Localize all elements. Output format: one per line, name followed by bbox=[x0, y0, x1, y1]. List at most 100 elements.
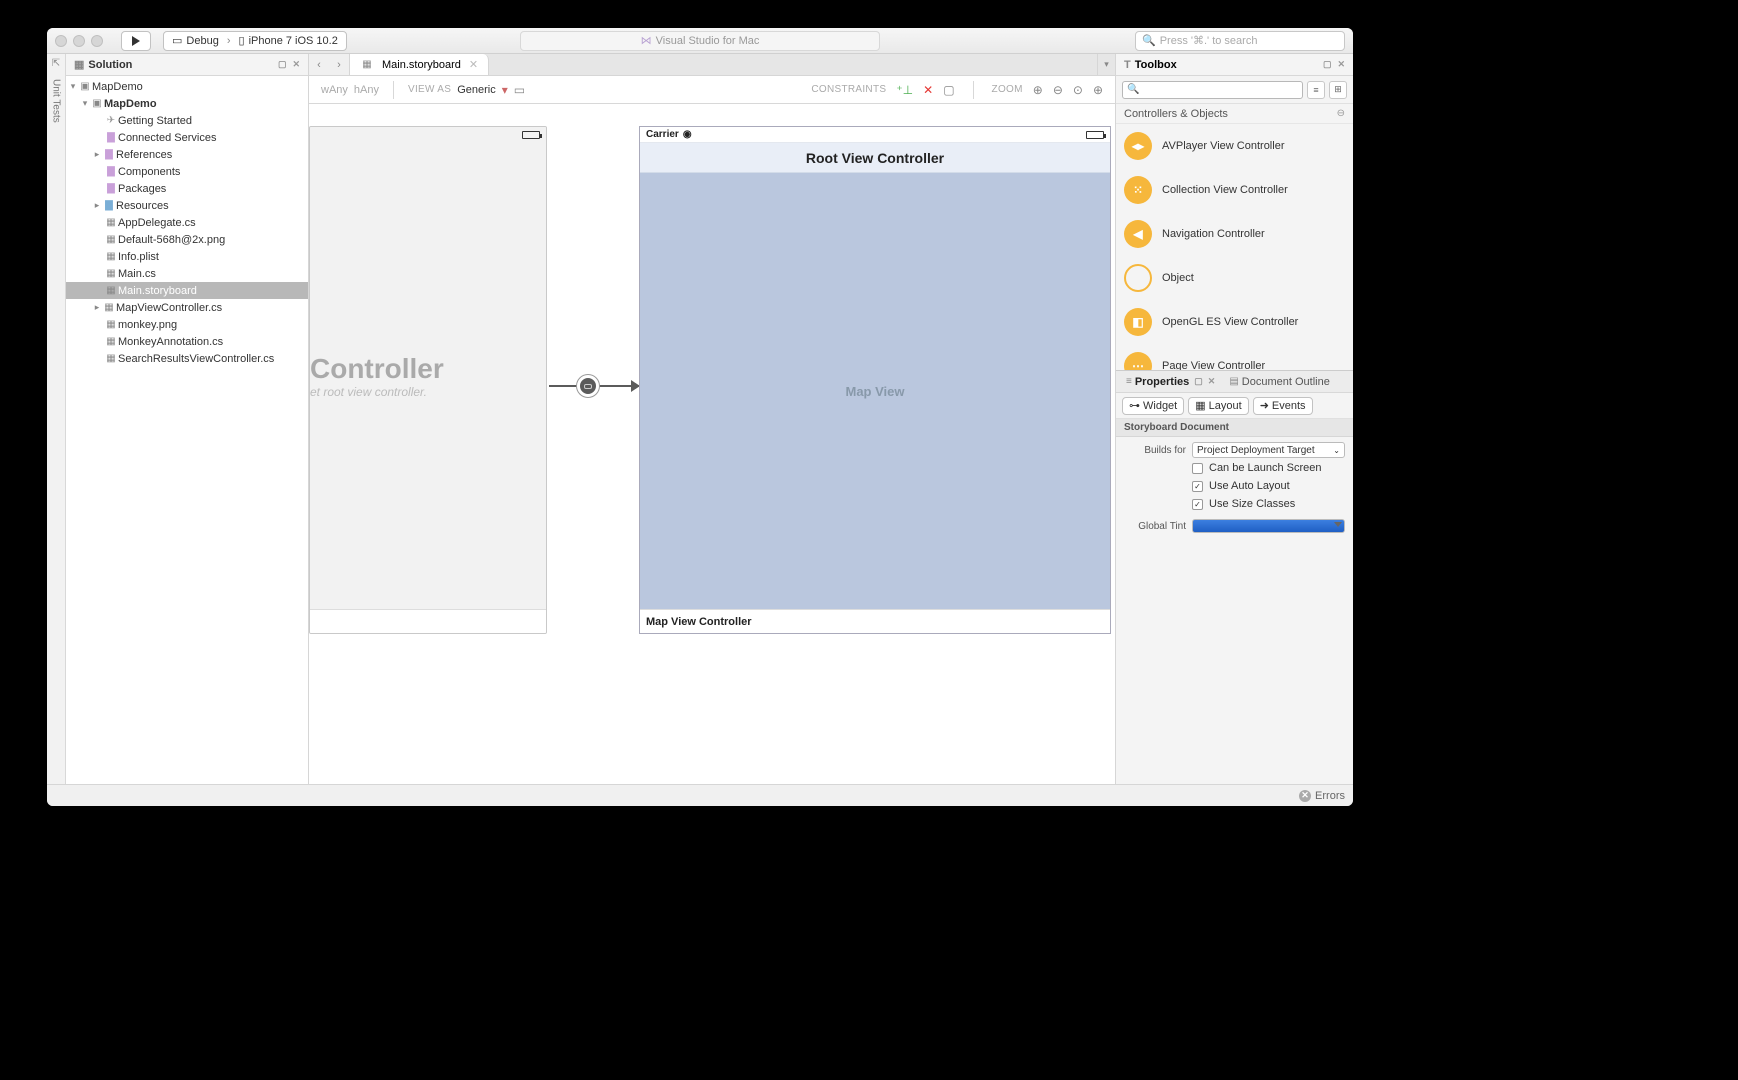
checkbox-auto-layout[interactable]: ✓ bbox=[1192, 481, 1203, 492]
zoom-in-icon[interactable]: ⊕ bbox=[1093, 83, 1103, 97]
toolbox-search-input[interactable]: 🔍 bbox=[1122, 81, 1303, 99]
toolbox-item[interactable]: ◧OpenGL ES View Controller bbox=[1116, 300, 1353, 344]
zoom-actual-icon[interactable]: ⊙ bbox=[1073, 83, 1083, 97]
global-search[interactable]: 🔍 bbox=[1135, 31, 1345, 51]
tree-item[interactable]: ▦MonkeyAnnotation.cs bbox=[66, 333, 308, 350]
checkbox-launch-screen[interactable] bbox=[1192, 463, 1203, 474]
tree-item[interactable]: ▦SearchResultsViewController.cs bbox=[66, 350, 308, 367]
remove-constraint-icon[interactable]: ✕ bbox=[923, 83, 933, 97]
tree-item[interactable]: ▇Packages bbox=[66, 180, 308, 197]
tree-item[interactable]: ▦Default-568h@2x.png bbox=[66, 231, 308, 248]
nav-back-button[interactable]: ‹ bbox=[309, 59, 329, 71]
tree-item[interactable]: ▸▦MapViewController.cs bbox=[66, 299, 308, 316]
subtab-widget[interactable]: ⊶Widget bbox=[1122, 397, 1184, 415]
tree-item[interactable]: ▦Info.plist bbox=[66, 248, 308, 265]
orientation-icon[interactable]: ▭ bbox=[514, 83, 525, 97]
tree-item[interactable]: ▇Connected Services bbox=[66, 129, 308, 146]
dock-icon[interactable]: ▢ bbox=[1323, 59, 1332, 70]
frame-icon[interactable]: ▢ bbox=[943, 83, 954, 97]
run-button[interactable] bbox=[121, 31, 151, 51]
tree-item[interactable]: ✈Getting Started bbox=[66, 112, 308, 129]
tree-item-selected[interactable]: ▦Main.storyboard bbox=[66, 282, 308, 299]
subtab-layout[interactable]: ▦Layout bbox=[1188, 397, 1248, 415]
zoom-fit-icon[interactable]: ⊕ bbox=[1033, 83, 1043, 97]
expand-icon[interactable]: ▾ bbox=[80, 98, 90, 109]
size-class-h[interactable]: hAny bbox=[354, 84, 379, 96]
collapse-icon[interactable]: ⊖ bbox=[1337, 108, 1345, 119]
toolbox-search-field[interactable] bbox=[1139, 84, 1298, 96]
unit-tests-tab[interactable]: Unit Tests bbox=[51, 79, 62, 123]
toolbox-category[interactable]: Controllers & Objects ⊖ bbox=[1116, 104, 1353, 124]
properties-form: Builds for Project Deployment Target⌄ Ca… bbox=[1116, 437, 1353, 539]
navigation-controller-scene[interactable]: Controller et root view controller. bbox=[309, 126, 547, 634]
expand-icon[interactable]: ▸ bbox=[92, 149, 102, 160]
toolbox-item[interactable]: ⋯Page View Controller bbox=[1116, 344, 1353, 370]
tree-project[interactable]: ▾ ▣ MapDemo bbox=[66, 95, 308, 112]
chevron-down-icon[interactable]: ▾ bbox=[502, 83, 508, 97]
scene-title: Controller bbox=[310, 353, 546, 385]
pin-icon[interactable]: ⇱ bbox=[52, 58, 60, 69]
view-as-value[interactable]: Generic bbox=[457, 84, 496, 96]
minimize-icon[interactable] bbox=[73, 35, 85, 47]
add-constraint-icon[interactable]: ⁺⊥ bbox=[896, 83, 913, 97]
close-icon[interactable]: ✕ bbox=[469, 58, 478, 71]
layout-icon: ▦ bbox=[1195, 399, 1205, 412]
builds-for-select[interactable]: Project Deployment Target⌄ bbox=[1192, 442, 1345, 458]
editor-tab[interactable]: ▦ Main.storyboard ✕ bbox=[350, 54, 489, 75]
close-icon[interactable] bbox=[55, 35, 67, 47]
storyboard-canvas[interactable]: Controller et root view controller. Carr… bbox=[309, 104, 1115, 784]
tree-item[interactable]: ▦monkey.png bbox=[66, 316, 308, 333]
run-target-selector[interactable]: ▭ Debug › ▯ iPhone 7 iOS 10.2 bbox=[163, 31, 347, 51]
toolbox-item[interactable]: ◂▸AVPlayer View Controller bbox=[1116, 124, 1353, 168]
nav-forward-button[interactable]: › bbox=[329, 59, 349, 71]
close-icon[interactable]: ✕ bbox=[292, 59, 300, 70]
dock-icon[interactable]: ▢ bbox=[1194, 376, 1203, 387]
tree-item[interactable]: ▦AppDelegate.cs bbox=[66, 214, 308, 231]
tree-label: AppDelegate.cs bbox=[118, 217, 196, 229]
tab-document-outline[interactable]: ▤Document Outline bbox=[1223, 373, 1336, 391]
storyboard-icon: ▦ bbox=[360, 59, 374, 70]
tree-item[interactable]: ▦Main.cs bbox=[66, 265, 308, 282]
expand-icon[interactable]: ▸ bbox=[92, 200, 102, 211]
tree-item[interactable]: ▸▇Resources bbox=[66, 197, 308, 214]
tree-item[interactable]: ▇Components bbox=[66, 163, 308, 180]
subtab-events[interactable]: ➜Events bbox=[1253, 397, 1313, 415]
solution-tree[interactable]: ▾ ▣ MapDemo ▾ ▣ MapDemo ✈Getting Started… bbox=[66, 76, 308, 784]
project-icon: ▣ bbox=[90, 98, 104, 109]
toolbox-item[interactable]: ◀Navigation Controller bbox=[1116, 212, 1353, 256]
zoom-icon[interactable] bbox=[91, 35, 103, 47]
left-rail: ⇱ Unit Tests bbox=[47, 54, 66, 784]
expand-icon[interactable]: ▾ bbox=[68, 81, 78, 92]
toolbox-item[interactable]: ⁙Collection View Controller bbox=[1116, 168, 1353, 212]
tab-overflow-button[interactable]: ▾ bbox=[1097, 54, 1115, 75]
toolbox-icon: T bbox=[1124, 59, 1131, 71]
folder-icon: ▇ bbox=[104, 183, 118, 194]
item-label: Page View Controller bbox=[1162, 360, 1265, 370]
dock-icon[interactable]: ▢ bbox=[278, 59, 287, 70]
tree-label: Info.plist bbox=[118, 251, 159, 263]
tree-label: Main.storyboard bbox=[118, 285, 197, 297]
toolbox-item[interactable]: Object bbox=[1116, 256, 1353, 300]
tab-properties[interactable]: ≡Properties▢✕ bbox=[1120, 373, 1221, 391]
size-class-w[interactable]: wAny bbox=[321, 84, 348, 96]
close-icon[interactable]: ✕ bbox=[1208, 376, 1216, 387]
checkbox-size-classes[interactable]: ✓ bbox=[1192, 499, 1203, 510]
map-view-controller-scene[interactable]: Carrier ◉ Root View Controller Map View … bbox=[639, 126, 1111, 634]
global-tint-picker[interactable] bbox=[1192, 519, 1345, 533]
battery-icon bbox=[522, 131, 540, 139]
zoom-out-icon[interactable]: ⊖ bbox=[1053, 83, 1063, 97]
segue-arrow[interactable] bbox=[549, 374, 639, 398]
tree-solution-root[interactable]: ▾ ▣ MapDemo bbox=[66, 78, 308, 95]
close-icon[interactable]: ✕ bbox=[1337, 59, 1345, 70]
grid-view-button[interactable]: ⊞ bbox=[1329, 81, 1347, 99]
search-input[interactable] bbox=[1160, 35, 1338, 47]
folder-icon: ▇ bbox=[104, 166, 118, 177]
editor-tabbar: ‹ › ▦ Main.storyboard ✕ ▾ bbox=[309, 54, 1115, 76]
map-view[interactable]: Map View bbox=[640, 173, 1110, 609]
folder-icon: ▇ bbox=[104, 132, 118, 143]
checkbox-label: Use Auto Layout bbox=[1209, 480, 1290, 492]
expand-icon[interactable]: ▸ bbox=[92, 302, 102, 313]
errors-button[interactable]: Errors bbox=[1315, 790, 1345, 802]
list-view-button[interactable]: ≡ bbox=[1307, 81, 1325, 99]
tree-item[interactable]: ▸▇References bbox=[66, 146, 308, 163]
